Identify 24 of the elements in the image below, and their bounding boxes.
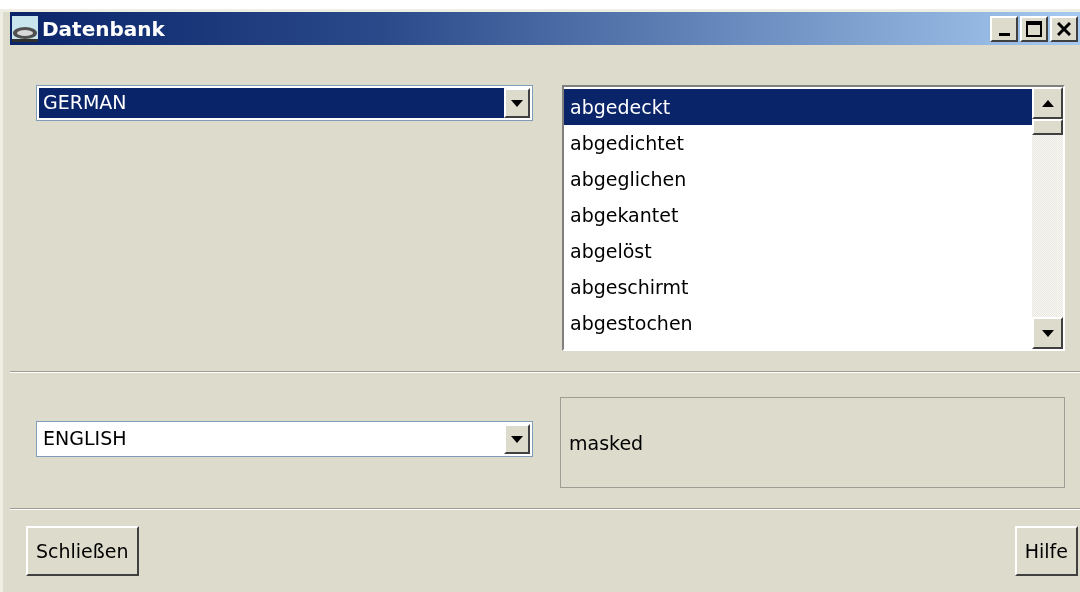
down-arrow-icon (511, 99, 523, 107)
scroll-thumb[interactable] (1032, 119, 1063, 135)
list-item[interactable]: abgedeckt (564, 89, 1032, 125)
app-logo-icon (12, 15, 38, 42)
down-arrow-icon (1041, 329, 1054, 337)
window-title: Datenbank (42, 16, 166, 41)
help-button[interactable]: Hilfe (1014, 526, 1078, 576)
language-dropdown[interactable]: ENGLISH (36, 421, 533, 457)
minimize-button[interactable] (990, 15, 1018, 42)
dropdown-button[interactable] (504, 88, 530, 118)
translation-text: masked (569, 431, 644, 454)
maximize-icon (1026, 20, 1042, 37)
up-arrow-icon (1041, 99, 1054, 107)
close-button[interactable] (1050, 15, 1078, 42)
down-arrow-icon (511, 435, 523, 443)
minimize-icon (998, 32, 1010, 36)
close-dialog-button[interactable]: Schließen (26, 526, 139, 576)
scroll-up-button[interactable] (1032, 87, 1063, 119)
maximize-button[interactable] (1020, 15, 1048, 42)
scroll-down-button[interactable] (1032, 317, 1063, 349)
close-icon (1057, 21, 1071, 36)
dropdown-button[interactable] (504, 424, 530, 454)
scrollbar[interactable] (1032, 87, 1063, 349)
language-dropdown[interactable]: GERMAN (36, 85, 533, 121)
